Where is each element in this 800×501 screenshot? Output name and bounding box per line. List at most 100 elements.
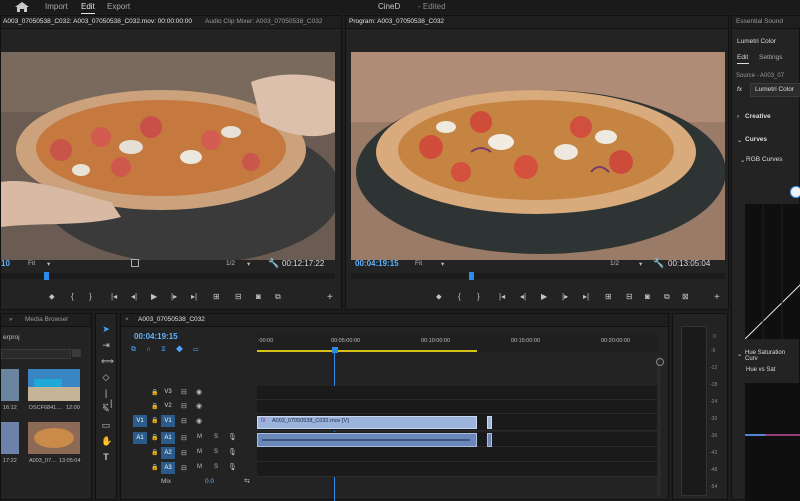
vscroll-handle[interactable] — [656, 358, 664, 366]
lock-icon[interactable]: 🔒 — [151, 434, 158, 441]
sync-lock-icon[interactable]: ⊟ — [181, 434, 187, 442]
go-to-out-icon[interactable]: ▸| — [583, 292, 589, 301]
mark-in-icon[interactable]: { — [458, 292, 461, 301]
lane-a3[interactable] — [257, 462, 657, 477]
audio-clip[interactable] — [257, 433, 477, 447]
lock-icon[interactable]: 🔒 — [151, 417, 158, 424]
lock-icon[interactable]: 🔒 — [151, 389, 158, 396]
thumb-1[interactable] — [1, 369, 19, 401]
lock-icon[interactable]: 🔒 — [151, 403, 158, 410]
tab-program[interactable]: Program: A003_07050538_C032 — [349, 18, 444, 25]
go-to-in-icon[interactable]: |◂ — [111, 292, 117, 301]
mark-out-icon[interactable]: } — [89, 292, 92, 301]
ripple-tool-icon[interactable]: ⟺ — [101, 356, 114, 366]
track-a2[interactable]: A2 — [161, 447, 175, 459]
slip-tool-icon[interactable]: |↔| — [101, 388, 112, 408]
new-bin-icon[interactable] — [72, 349, 81, 357]
lift-icon[interactable]: ⊞ — [605, 292, 612, 301]
track-a3[interactable]: A3 — [161, 462, 175, 474]
track-a1[interactable]: A1 — [161, 432, 175, 444]
rgb-curve-graph[interactable] — [745, 204, 800, 339]
tab-essential-sound[interactable]: Essential Sound — [736, 18, 783, 25]
eye-icon[interactable]: ◉ — [196, 402, 202, 410]
effect-select[interactable]: Lumetri Color — [750, 83, 800, 97]
curve-channel-white[interactable] — [790, 186, 800, 198]
track-v2[interactable]: V2 — [161, 400, 175, 412]
mark-out-icon[interactable]: } — [477, 292, 480, 301]
comparison-icon[interactable]: ⧉ — [664, 292, 670, 302]
wrench-icon[interactable]: 🔧 — [653, 258, 664, 269]
type-tool-icon[interactable]: T — [101, 452, 111, 462]
overwrite-icon[interactable]: ⊟ — [235, 292, 242, 301]
thumb-2[interactable] — [28, 369, 80, 401]
razor-tool-icon[interactable]: ◇ — [101, 372, 111, 382]
home-icon[interactable] — [15, 2, 29, 12]
pen-tool-icon[interactable]: ✎ — [101, 404, 111, 414]
mute-button[interactable]: M — [197, 434, 202, 440]
source-video-frame[interactable] — [1, 52, 335, 260]
section-creative[interactable]: Creative — [745, 113, 771, 120]
marker-icon[interactable]: ⬥ — [49, 292, 55, 302]
program-video-frame[interactable] — [351, 52, 725, 260]
tab-more[interactable]: » — [9, 316, 13, 323]
go-to-in-icon[interactable]: |◂ — [499, 292, 505, 301]
solo-button[interactable]: S — [214, 464, 218, 470]
tab-media-browser[interactable]: Media Browser — [25, 316, 68, 323]
timeline-vscroll[interactable] — [657, 356, 661, 496]
solo-button[interactable]: S — [214, 449, 218, 455]
program-fit-select[interactable]: Fit — [415, 260, 422, 267]
program-scrubber[interactable] — [351, 272, 725, 280]
lane-v3[interactable] — [257, 386, 657, 400]
sync-lock-icon[interactable]: ⊟ — [181, 449, 187, 457]
video-clip-tail[interactable] — [487, 416, 492, 429]
program-playhead[interactable] — [469, 272, 474, 280]
step-forward-icon[interactable]: |▸ — [171, 292, 177, 301]
go-to-out-icon[interactable]: ▸| — [191, 292, 197, 301]
hand-tool-icon[interactable]: ✋ — [101, 436, 112, 446]
nav-import[interactable]: Import — [45, 2, 68, 11]
mic-icon[interactable]: 🎙 — [228, 433, 237, 441]
button-editor-icon[interactable]: ⧉ — [275, 292, 281, 302]
track-select-tool-icon[interactable]: ⇥ — [101, 340, 111, 350]
source-scrubber[interactable] — [1, 272, 335, 280]
extract-icon[interactable]: ⊟ — [626, 292, 633, 301]
rgb-curves-chevron-icon[interactable]: ⌄ — [740, 156, 745, 164]
step-back-icon[interactable]: ◂| — [520, 292, 526, 301]
curves-chevron-icon[interactable]: ⌄ — [737, 136, 742, 144]
timeline-controls[interactable]: ⧉∩⧖◆▭ — [131, 346, 251, 354]
button-editor-icon[interactable]: ⊠ — [682, 292, 689, 301]
program-resolution-chevron-icon[interactable]: ▾ — [639, 260, 642, 268]
camera-icon[interactable]: ◙ — [256, 292, 261, 301]
lock-icon[interactable]: 🔒 — [151, 449, 158, 456]
mic-icon[interactable]: 🎙 — [228, 463, 237, 471]
source-timecode[interactable]: 10 — [1, 259, 10, 268]
thumb-3[interactable] — [1, 422, 19, 454]
nav-export[interactable]: Export — [107, 2, 130, 11]
thumb-4[interactable] — [28, 422, 80, 454]
program-timecode[interactable]: 00:04:19:15 — [355, 259, 399, 268]
sync-lock-icon[interactable]: ⊟ — [181, 402, 187, 410]
source-playhead[interactable] — [44, 272, 49, 280]
lumetri-tab-edit[interactable]: Edit — [737, 54, 748, 61]
sync-lock-icon[interactable]: ⊟ — [181, 388, 187, 396]
selection-tool-icon[interactable]: ➤ — [101, 324, 111, 334]
play-icon[interactable]: ▶ — [541, 292, 547, 301]
timeline-playhead[interactable] — [332, 347, 338, 353]
timeline-timecode[interactable]: 00:04:19:15 — [134, 332, 178, 341]
rectangle-tool-icon[interactable]: ▭ — [101, 420, 111, 430]
tab-source[interactable]: A003_07050538_C032: A003_07050538_C032.m… — [3, 18, 192, 25]
source-fit-chevron-icon[interactable]: ▾ — [47, 260, 50, 268]
hue-sat-chevron-icon[interactable]: ⌄ — [737, 350, 742, 358]
audio-clip-tail[interactable] — [487, 433, 492, 447]
lock-icon[interactable]: 🔒 — [151, 464, 158, 471]
program-fit-chevron-icon[interactable]: ▾ — [441, 260, 444, 268]
frame-icon[interactable] — [131, 259, 139, 267]
mix-value[interactable]: 0.0 — [205, 478, 214, 485]
tab-sequence[interactable]: A003_07050538_C032 — [138, 316, 205, 323]
creative-chevron-icon[interactable]: › — [737, 113, 739, 120]
hue-sat-label[interactable]: Hue Saturation Curv — [745, 350, 799, 362]
hue-vs-sat-graph[interactable] — [745, 383, 800, 501]
track-v1[interactable]: V1 — [161, 415, 175, 427]
source-fit-select[interactable]: Fit — [28, 260, 35, 267]
nav-edit[interactable]: Edit — [81, 2, 95, 14]
